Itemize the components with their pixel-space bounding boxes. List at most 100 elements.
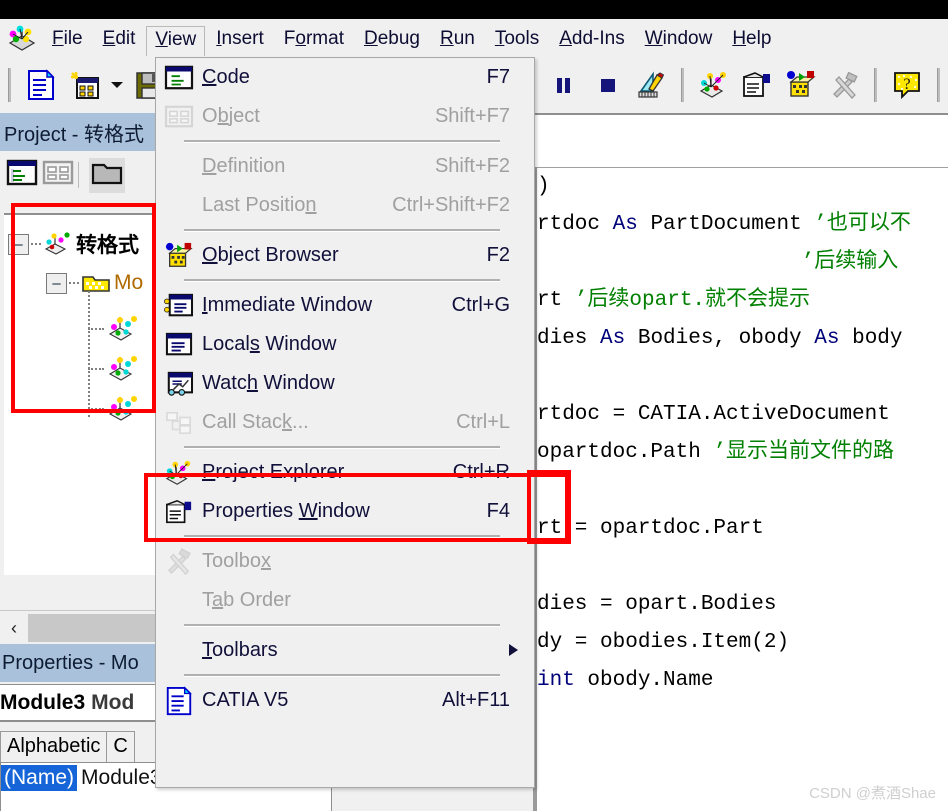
project-explorer-icon[interactable]	[692, 63, 736, 107]
menu-item-immediate-window[interactable]: Immediate Window Ctrl+G	[156, 286, 534, 325]
object-browser-icon[interactable]	[779, 63, 823, 107]
properties-object-type: Mod	[91, 690, 135, 714]
project-explorer-title: Project - 转格式	[0, 113, 155, 151]
toolbar-divider-3	[681, 68, 685, 102]
menu-item-object: Object Shift+F7	[156, 97, 534, 136]
no-icon	[156, 186, 202, 225]
tree-connector-3	[88, 328, 104, 330]
tree-connector	[31, 243, 41, 245]
menu-run[interactable]: Run	[431, 26, 484, 52]
window-title	[0, 3, 560, 15]
chevron-down-icon[interactable]	[106, 63, 128, 107]
menu-insert[interactable]: Insert	[207, 26, 273, 52]
stop-square-icon[interactable]	[586, 63, 630, 107]
code-line: dies As Bodies, obody As body	[537, 320, 948, 358]
expander-collapse-icon-2[interactable]: –	[46, 272, 67, 294]
menu-item-catia-v5[interactable]: CATIA V5 Alt+F11	[156, 681, 534, 720]
menu-item-locals-window[interactable]: Locals Window	[156, 325, 534, 364]
code-token: dy = obodies.Item(2)	[537, 631, 790, 654]
tree-connector-2	[69, 282, 79, 284]
scrollbar-thumb[interactable]	[28, 614, 155, 642]
tree-node-project[interactable]: – 转格式	[8, 229, 139, 259]
expander-collapse-icon[interactable]: –	[8, 233, 29, 255]
menu-item-project-explorer[interactable]: Project Explorer Ctrl+R	[156, 453, 534, 492]
menu-separator	[156, 275, 534, 286]
code-line: rtdoc As PartDocument ’也可以不	[537, 206, 948, 244]
property-name-cell: (Name)	[1, 765, 78, 791]
menu-separator	[156, 531, 534, 542]
toolbar-divider-4	[874, 68, 878, 102]
code-token: int	[537, 669, 575, 692]
menu-item-label: Immediate Window	[202, 294, 373, 316]
menu-item-code[interactable]: Code F7	[156, 58, 534, 97]
view-code-icon[interactable]	[6, 159, 38, 192]
menu-item-toolbars[interactable]: Toolbars	[156, 631, 534, 670]
code-token: ’显示当前文件的路	[713, 441, 895, 464]
menu-item-label: CATIA V5	[202, 689, 289, 711]
tab-categorized[interactable]: C	[107, 731, 135, 762]
project-tree[interactable]: – 转格式 – Mo	[4, 213, 155, 575]
view-catia-document-icon[interactable]	[19, 63, 63, 107]
menu-item-shortcut: Ctrl+Shift+F2	[392, 194, 510, 216]
code-token: ’后续输入	[537, 251, 899, 274]
property-value-cell[interactable]: Module3	[77, 766, 162, 790]
menu-item-properties-window[interactable]: Properties Window F4	[156, 492, 534, 531]
properties-tabs: Alphabetic C	[0, 722, 155, 762]
tree-connector-5	[88, 408, 104, 410]
code-line: rt = opartdoc.Part	[537, 510, 948, 548]
design-mode-icon[interactable]	[629, 63, 673, 107]
properties-object-combo[interactable]: Module3 Mod	[0, 684, 155, 722]
menu-window[interactable]: Window	[636, 26, 722, 52]
menu-edit[interactable]: Edit	[94, 26, 145, 52]
project-explorer-icon	[156, 453, 202, 492]
view-object-icon[interactable]	[42, 159, 74, 192]
scroll-left-arrow-icon[interactable]: ‹	[0, 614, 28, 642]
window-titlebar	[0, 0, 948, 19]
tab-alphabetic[interactable]: Alphabetic	[0, 731, 108, 762]
tree-node-modules-folder[interactable]: – Mo	[46, 271, 143, 295]
toggle-folders-icon[interactable]	[89, 157, 125, 193]
watch-window-icon	[156, 364, 202, 403]
tree-node-label: 转格式	[76, 234, 139, 257]
menu-item-watch-window[interactable]: Watch Window	[156, 364, 534, 403]
properties-object-name: Module3	[0, 690, 86, 714]
menu-help[interactable]: Help	[723, 26, 780, 52]
menu-item-label: Toolbars	[202, 639, 278, 661]
menu-debug[interactable]: Debug	[355, 26, 429, 52]
code-line: int obody.Name	[537, 662, 948, 700]
menu-item-definition: Definition Shift+F2	[156, 147, 534, 186]
toolbox-hammer-icon[interactable]	[823, 63, 867, 107]
menu-item-object-browser[interactable]: Object Browser F2	[156, 236, 534, 275]
menu-tools[interactable]: Tools	[486, 26, 548, 52]
properties-window-icon[interactable]	[736, 63, 780, 107]
code-token: As	[600, 327, 626, 350]
menu-item-label: Object Browser	[202, 244, 339, 266]
view-menu-dropdown[interactable]: Code F7 Object Shift+F7 Definition Shift+F2 La…	[155, 57, 535, 788]
module-icon	[106, 315, 140, 343]
code-line: )	[537, 168, 948, 206]
code-token: obody.Name	[574, 669, 714, 692]
menu-file[interactable]: File	[43, 26, 92, 52]
svg-text:?: ?	[904, 76, 911, 93]
menu-item-label: Tab Order	[202, 589, 291, 611]
menu-format[interactable]: Format	[275, 26, 353, 52]
code-token: ’后续opart.就不会提示	[574, 289, 811, 312]
help-question-icon[interactable]: ?	[885, 63, 929, 107]
menu-view[interactable]: View	[146, 26, 206, 56]
horizontal-scrollbar[interactable]: ‹	[0, 610, 155, 645]
pause-icon[interactable]	[542, 63, 586, 107]
menu-item-label: Object	[202, 105, 260, 127]
code-token: dies	[537, 327, 601, 350]
menu-separator	[156, 225, 534, 236]
tree-node-module-2[interactable]	[88, 355, 140, 383]
toolbox-hammer-icon	[156, 542, 202, 581]
code-window-dropdowns[interactable]	[533, 113, 948, 170]
menu-item-shortcut: Shift+F7	[434, 105, 510, 127]
menu-addins[interactable]: Add-Ins	[550, 26, 634, 52]
tree-node-module-3[interactable]	[88, 395, 140, 423]
insert-userform-icon[interactable]	[63, 63, 107, 107]
code-editor-text[interactable]: ) rtdoc As PartDocument ’也可以不 ’后续输入 rt ’后续…	[537, 168, 948, 811]
tree-node-module-1[interactable]	[88, 315, 140, 343]
code-token: dies = opart.Bodies	[537, 593, 777, 616]
